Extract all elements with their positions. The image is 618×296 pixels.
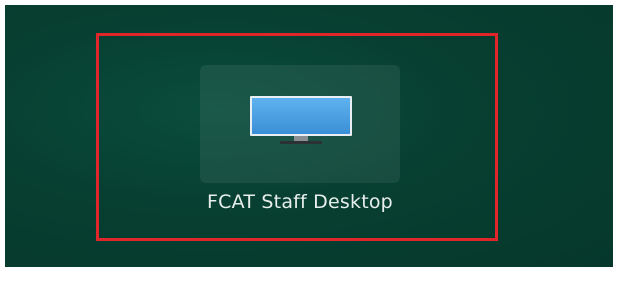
selection-highlight	[96, 33, 498, 241]
desktop-background: FCAT Staff Desktop	[5, 5, 613, 267]
